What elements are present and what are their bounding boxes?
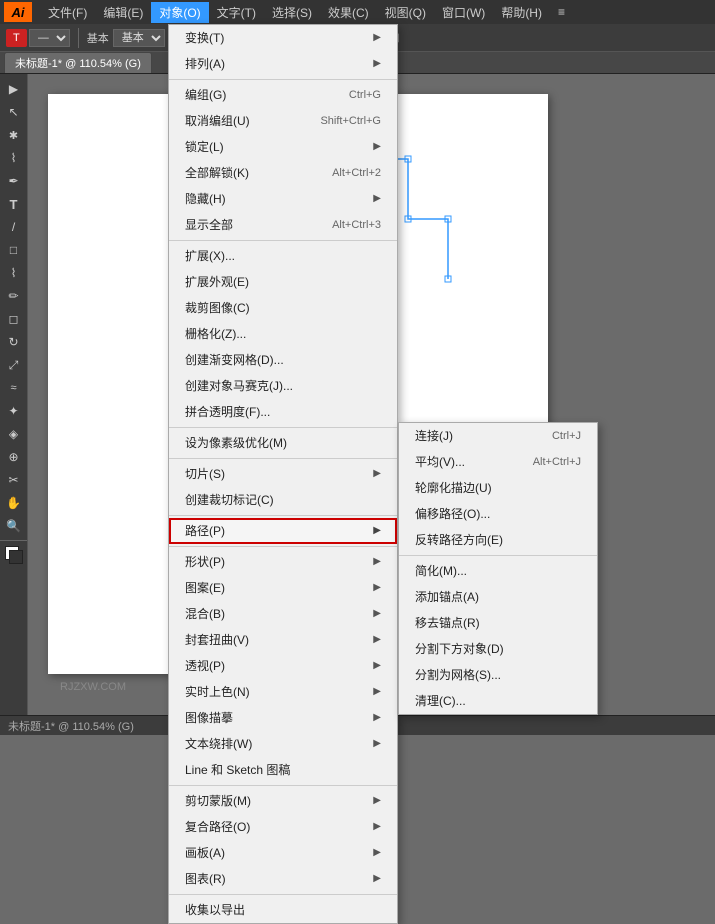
tool-zoom[interactable]: 🔍 <box>3 515 25 537</box>
menu-edit[interactable]: 编辑(E) <box>95 2 151 23</box>
toolbar-group-label: 基本 <box>87 30 109 46</box>
menu-sep-2 <box>169 240 397 241</box>
menu-perspective[interactable]: 透视(P) ▶ <box>169 653 397 679</box>
path-addanchor[interactable]: 添加锚点(A) <box>399 584 597 610</box>
transform-btn[interactable]: T <box>6 29 27 47</box>
tool-rect[interactable]: □ <box>3 239 25 261</box>
menu-flattentransparency[interactable]: 拼合透明度(F)... <box>169 399 397 425</box>
path-average[interactable]: 平均(V)... Alt+Ctrl+J <box>399 449 597 475</box>
tool-eraser[interactable]: ◻ <box>3 308 25 330</box>
menu-object[interactable]: 对象(O) <box>151 2 208 23</box>
tool-lasso[interactable]: ⌇ <box>3 147 25 169</box>
menu-path-submenu[interactable]: 连接(J) Ctrl+J 平均(V)... Alt+Ctrl+J 轮廓化描边(U… <box>398 422 598 715</box>
tool-scissors[interactable]: ✂ <box>3 469 25 491</box>
tab-main[interactable]: 未标题-1* @ 110.54% (G) <box>4 52 152 73</box>
menu-select[interactable]: 选择(S) <box>264 2 320 23</box>
menu-creategradmesh[interactable]: 创建渐变网格(D)... <box>169 347 397 373</box>
tool-text[interactable]: T <box>3 193 25 215</box>
menu-clipmask[interactable]: 剪切蒙版(M) ▶ <box>169 788 397 814</box>
menu-compoundpath[interactable]: 复合路径(O) ▶ <box>169 814 397 840</box>
menu-transform[interactable]: 变换(T) ▶ <box>169 25 397 51</box>
menu-createslice[interactable]: 创建裁切标记(C) <box>169 487 397 513</box>
menu-rasterize[interactable]: 栅格化(Z)... <box>169 321 397 347</box>
path-dividegrid[interactable]: 分割为网格(S)... <box>399 662 597 688</box>
menu-hide[interactable]: 隐藏(H) ▶ <box>169 186 397 212</box>
path-simplify[interactable]: 简化(M)... <box>399 558 597 584</box>
menu-sep-7 <box>169 785 397 786</box>
menu-blend[interactable]: 混合(B) ▶ <box>169 601 397 627</box>
tool-eyedropper[interactable]: ✦ <box>3 400 25 422</box>
toolbar-sep-1 <box>78 28 79 48</box>
status-text: 未标题-1* @ 110.54% (G) <box>8 718 134 734</box>
menu-sep-1 <box>169 79 397 80</box>
menu-help[interactable]: 帮助(H) <box>493 2 550 23</box>
menu-slice[interactable]: 切片(S) ▶ <box>169 461 397 487</box>
menu-createobjectmosaic[interactable]: 创建对象马赛克(J)... <box>169 373 397 399</box>
path-join[interactable]: 连接(J) Ctrl+J <box>399 423 597 449</box>
tool-gradient[interactable]: ◈ <box>3 423 25 445</box>
tool-rotate[interactable]: ↻ <box>3 331 25 353</box>
title-bar: Ai 文件(F) 编辑(E) 对象(O) 文字(T) 选择(S) 效果(C) 视… <box>0 0 715 24</box>
menu-view[interactable]: 视图(Q) <box>377 2 434 23</box>
mode-select[interactable]: — <box>29 29 70 47</box>
menu-object-dropdown[interactable]: 变换(T) ▶ 排列(A) ▶ 编组(G) Ctrl+G 取消编组(U) Shi… <box>168 24 398 924</box>
tool-pen[interactable]: ✒ <box>3 170 25 192</box>
menu-cropimage[interactable]: 裁剪图像(C) <box>169 295 397 321</box>
menu-pattern[interactable]: 图案(E) ▶ <box>169 575 397 601</box>
menu-effect[interactable]: 效果(C) <box>320 2 377 23</box>
tool-scale[interactable]: ⤢ <box>3 354 25 376</box>
menu-pixelperfect[interactable]: 设为像素级优化(M) <box>169 430 397 456</box>
tool-pencil[interactable]: ✏ <box>3 285 25 307</box>
menu-unlockall[interactable]: 全部解锁(K) Alt+Ctrl+2 <box>169 160 397 186</box>
menu-showall[interactable]: 显示全部 Alt+Ctrl+3 <box>169 212 397 238</box>
menu-arrange[interactable]: 排列(A) ▶ <box>169 51 397 77</box>
toolbar-left-group: T — <box>6 29 70 47</box>
left-toolbar: ▶ ↖ ✱ ⌇ ✒ T / □ ⌇ ✏ ◻ ↻ ⤢ ≈ ✦ ◈ ⊕ ✂ ✋ 🔍 <box>0 74 28 715</box>
menu-sep-5 <box>169 515 397 516</box>
tool-blend[interactable]: ⊕ <box>3 446 25 468</box>
menu-linesketch[interactable]: Line 和 Sketch 图稿 <box>169 757 397 783</box>
menu-path[interactable]: 路径(P) ▶ <box>169 518 397 544</box>
toolbar-group-select[interactable]: 基本 <box>113 29 165 47</box>
path-outlinestroke[interactable]: 轮廓化描边(U) <box>399 475 597 501</box>
menu-envelope[interactable]: 封套扭曲(V) ▶ <box>169 627 397 653</box>
menu-artboard[interactable]: 画板(A) ▶ <box>169 840 397 866</box>
menu-graph[interactable]: 图表(R) ▶ <box>169 866 397 892</box>
menu-imagetrace[interactable]: 图像描摹 ▶ <box>169 705 397 731</box>
menu-lock[interactable]: 锁定(L) ▶ <box>169 134 397 160</box>
menu-collectexport[interactable]: 收集以导出 <box>169 897 397 923</box>
path-reversepath[interactable]: 反转路径方向(E) <box>399 527 597 553</box>
ai-logo: Ai <box>4 2 32 22</box>
path-removeanchor[interactable]: 移去锚点(R) <box>399 610 597 636</box>
menu-sep-8 <box>169 894 397 895</box>
menu-ungroup[interactable]: 取消编组(U) Shift+Ctrl+G <box>169 108 397 134</box>
menu-window[interactable]: 窗口(W) <box>434 2 493 23</box>
menu-extra[interactable]: ≡ <box>550 3 573 21</box>
path-dividelower[interactable]: 分割下方对象(D) <box>399 636 597 662</box>
menu-shape[interactable]: 形状(P) ▶ <box>169 549 397 575</box>
tool-select[interactable]: ▶ <box>3 78 25 100</box>
menu-expand[interactable]: 扩展(X)... <box>169 243 397 269</box>
path-sep-1 <box>399 555 597 556</box>
path-offsetpath[interactable]: 偏移路径(O)... <box>399 501 597 527</box>
watermark: RJZXW.COM <box>60 681 126 693</box>
tool-hand[interactable]: ✋ <box>3 492 25 514</box>
menu-group[interactable]: 编组(G) Ctrl+G <box>169 82 397 108</box>
menu-file[interactable]: 文件(F) <box>40 2 95 23</box>
tool-paintbrush[interactable]: ⌇ <box>3 262 25 284</box>
tool-direct-select[interactable]: ↖ <box>3 101 25 123</box>
menu-expandappearance[interactable]: 扩展外观(E) <box>169 269 397 295</box>
tool-magic-wand[interactable]: ✱ <box>3 124 25 146</box>
tool-sep <box>0 540 27 541</box>
menu-sep-6 <box>169 546 397 547</box>
menu-sep-4 <box>169 458 397 459</box>
path-clean[interactable]: 清理(C)... <box>399 688 597 714</box>
tool-fill[interactable] <box>3 544 25 566</box>
menu-livecolor[interactable]: 实时上色(N) ▶ <box>169 679 397 705</box>
tool-line[interactable]: / <box>3 216 25 238</box>
menu-sep-3 <box>169 427 397 428</box>
menu-text[interactable]: 文字(T) <box>209 2 264 23</box>
tool-warp[interactable]: ≈ <box>3 377 25 399</box>
